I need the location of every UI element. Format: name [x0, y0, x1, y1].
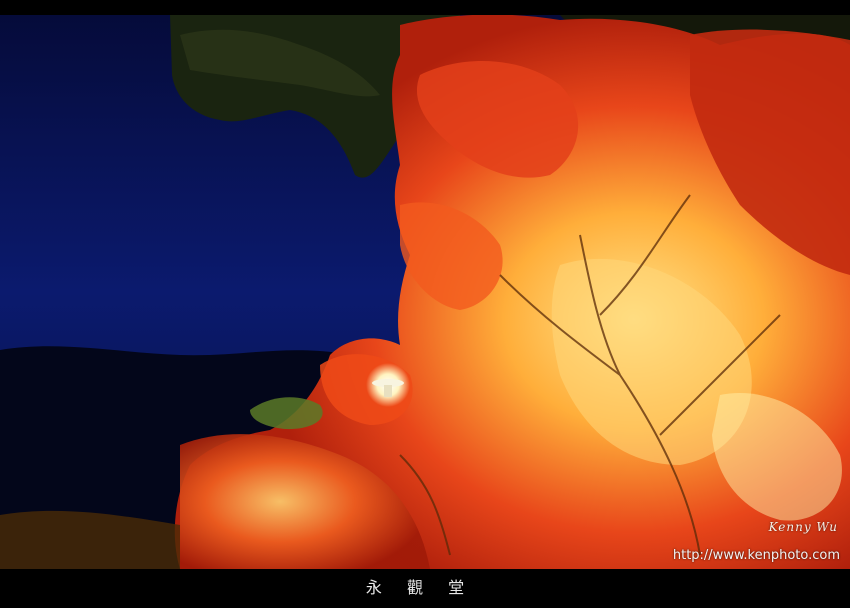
autumn-maple-night-scene: [0, 15, 850, 569]
photographer-signature: Kenny Wu: [768, 520, 838, 534]
lantern-light: [366, 363, 410, 407]
website-watermark: http://www.kenphoto.com: [672, 548, 840, 563]
photo-caption: 永 觀 堂: [365, 578, 475, 597]
night-maple-photo: Kenny Wu http://www.kenphoto.com: [0, 15, 850, 569]
photo-frame: Kenny Wu http://www.kenphoto.com 永 觀 堂: [0, 0, 850, 608]
